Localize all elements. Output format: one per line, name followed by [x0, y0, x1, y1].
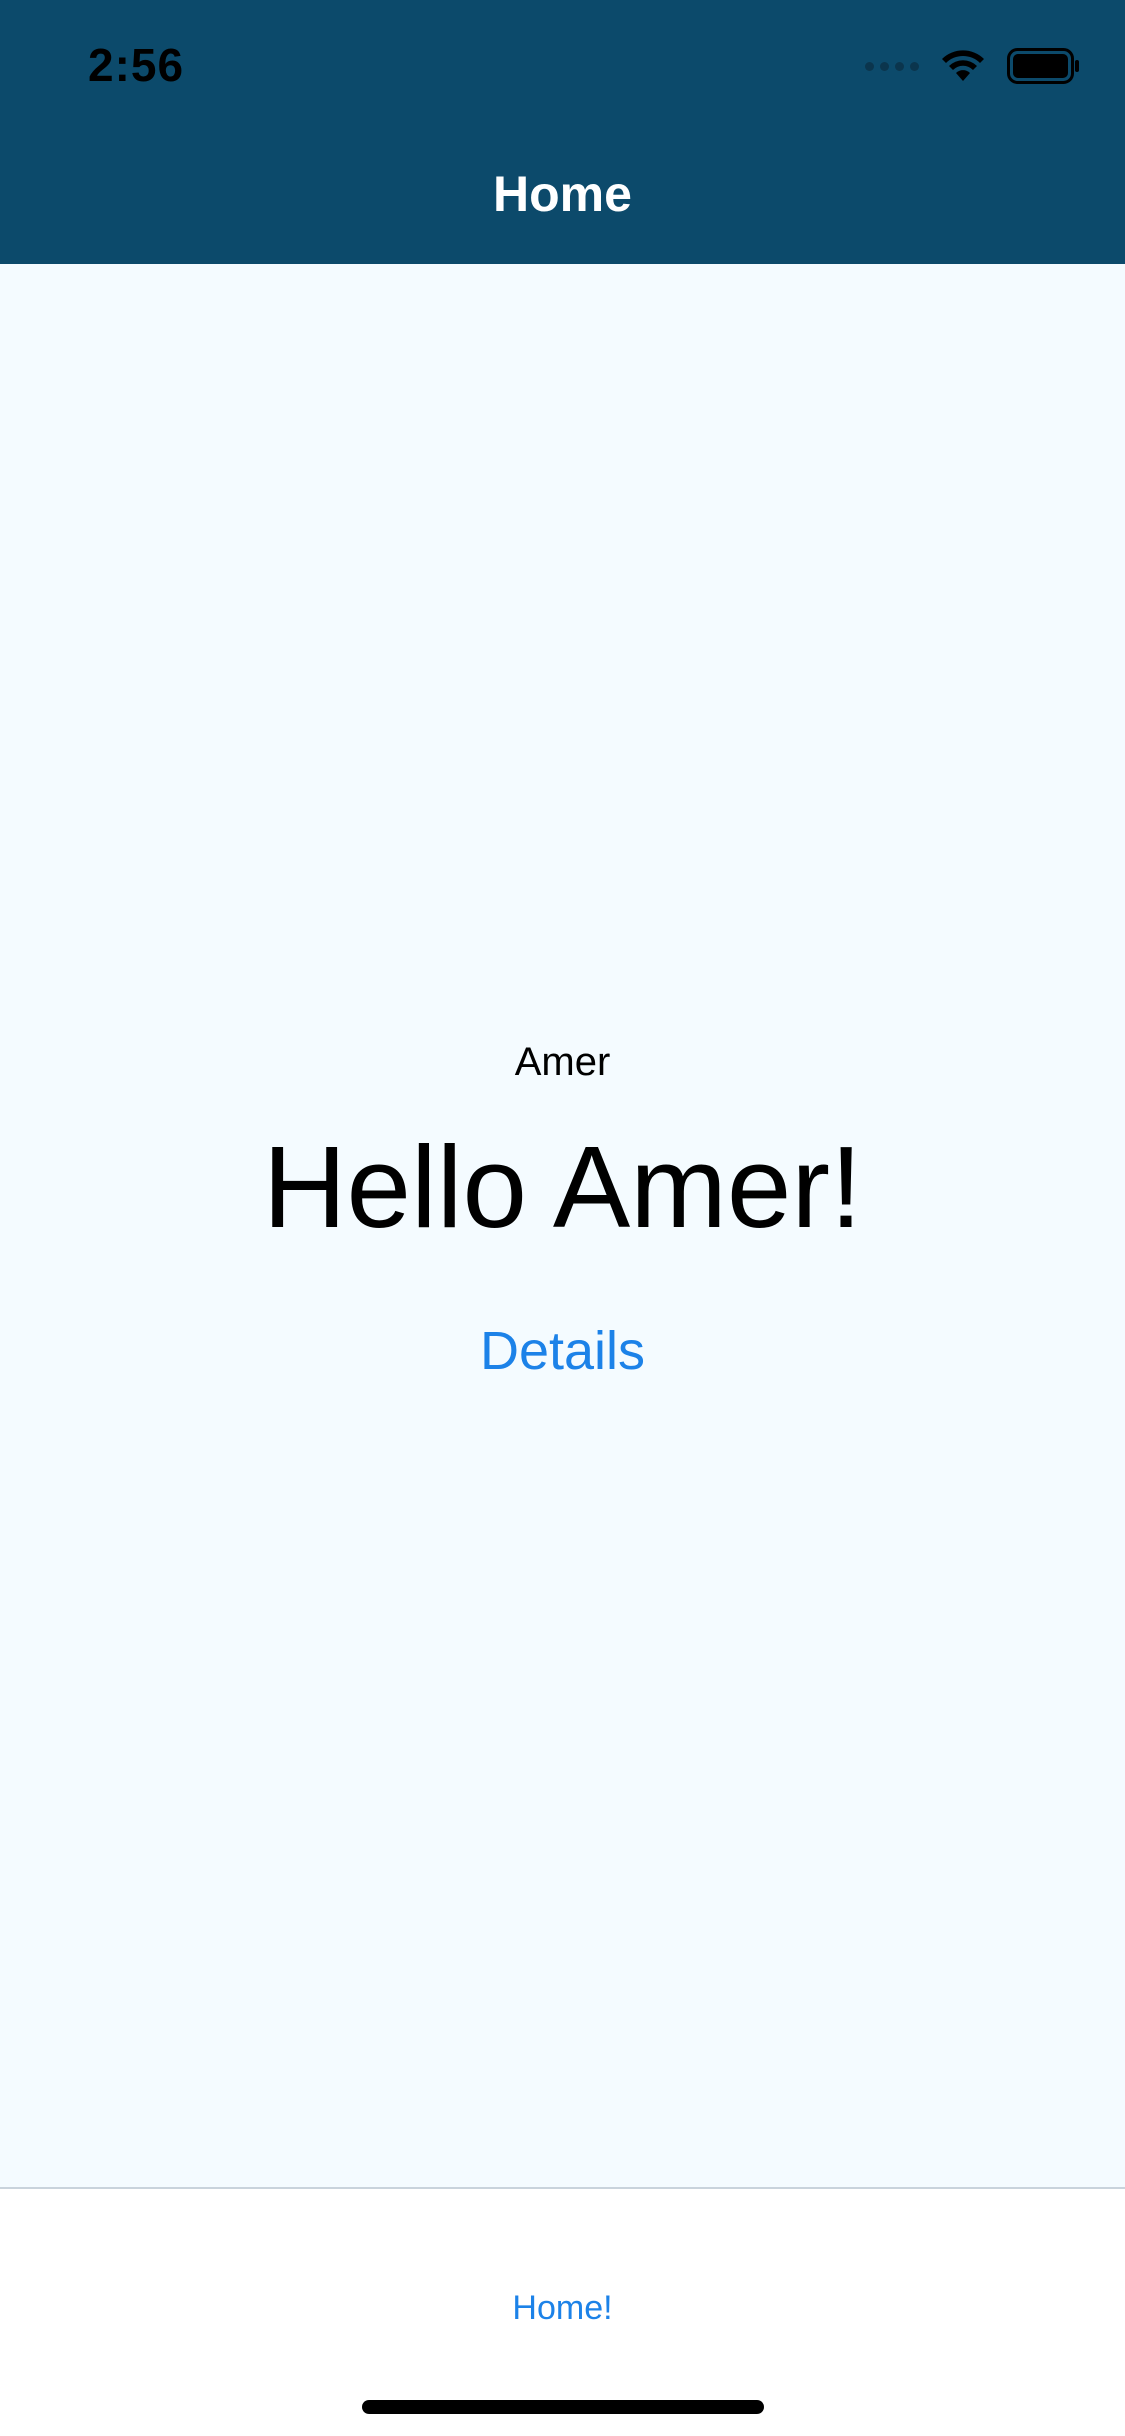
page-title: Home [493, 166, 632, 222]
main-content: Amer Hello Amer! Details [0, 264, 1125, 2187]
cellular-signal-icon [865, 61, 919, 71]
status-icons [865, 48, 1081, 84]
tab-home[interactable]: Home! [0, 2289, 1125, 2328]
header-bar: 2:56 Home [0, 0, 1125, 264]
status-time: 2:56 [88, 39, 185, 91]
name-label: Amer [514, 1040, 611, 1084]
greeting-text: Hello Amer! [262, 1122, 863, 1252]
tab-bar: Home! [0, 2187, 1125, 2436]
home-indicator[interactable] [362, 2400, 764, 2414]
screen: 2:56 Home Amer Hello Amer! Details Home! [0, 0, 1125, 2436]
wifi-icon [941, 49, 985, 83]
details-button[interactable]: Details [0, 1320, 1125, 1382]
battery-icon [1007, 48, 1081, 84]
